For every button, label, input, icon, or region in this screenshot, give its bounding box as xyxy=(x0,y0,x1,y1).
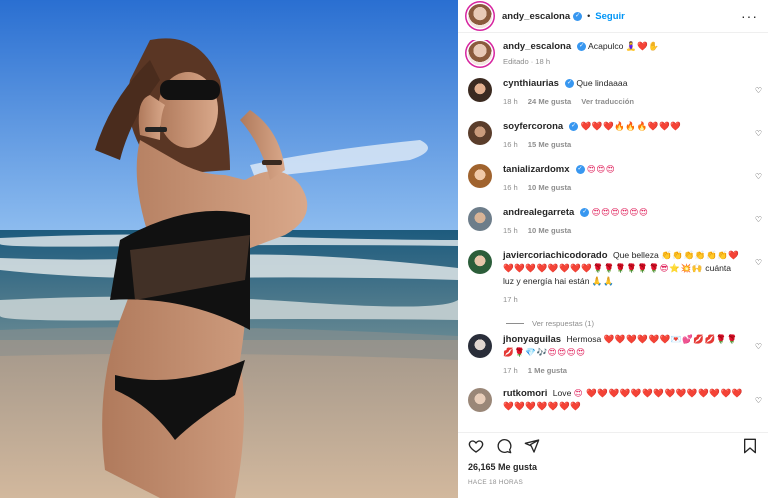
replies-line xyxy=(506,322,524,324)
verified-badge-icon: ✓ xyxy=(575,165,585,175)
action-bar xyxy=(458,432,768,458)
verified-badge-icon: ✓ xyxy=(580,208,590,218)
share-icon[interactable] xyxy=(524,438,540,454)
comments-list[interactable]: andy_escalona ✓ Acapulco 🧘‍♀️❤️✋ Editado ·… xyxy=(458,40,768,424)
edited-label: Editado xyxy=(503,57,529,66)
comment-time: 16 h xyxy=(503,140,518,149)
caption-dot: · xyxy=(530,57,534,66)
view-replies-label[interactable]: Ver respuestas (1) xyxy=(532,319,594,328)
comment-emoji-end: 🙏🙏 xyxy=(591,276,615,286)
see-translation-link[interactable]: Ver traducción xyxy=(581,97,634,106)
comment-avatar[interactable] xyxy=(468,78,492,102)
comment-like-heart-icon[interactable]: ♡ xyxy=(755,215,762,224)
comment-avatar[interactable] xyxy=(468,334,492,358)
comment-time: 15 h xyxy=(503,226,518,235)
follow-button[interactable]: Seguir xyxy=(595,11,625,22)
comment-likes[interactable]: 10 Me gusta xyxy=(528,183,571,192)
author-username[interactable]: andy_escalona xyxy=(502,11,570,22)
likes-count[interactable]: 26,165 Me gusta xyxy=(468,462,537,472)
comment-likes[interactable]: 24 Me gusta xyxy=(528,97,571,106)
heart-icon[interactable] xyxy=(468,438,484,454)
caption-text: Acapulco xyxy=(588,41,624,51)
comment-avatar[interactable] xyxy=(468,164,492,188)
comment-item: soyfercorona ✓ ❤️❤️❤️🔥🔥🔥❤️❤️❤️ 16 h 15 Me … xyxy=(458,120,768,163)
verified-badge-icon: ✓ xyxy=(577,42,587,52)
sunglasses xyxy=(160,80,220,100)
comment-time: 17 h xyxy=(503,366,518,375)
comment-like-heart-icon[interactable]: ♡ xyxy=(755,86,762,95)
comment-avatar[interactable] xyxy=(468,250,492,274)
comment-emoji: 😍😍😍😍😍😍 xyxy=(591,207,649,217)
post-header: andy_escalona ✓ • Seguir ··· xyxy=(458,0,768,33)
comment-likes[interactable]: 10 Me gusta xyxy=(528,226,571,235)
author-avatar[interactable] xyxy=(468,4,492,28)
caption-emoji: 🧘‍♀️❤️✋ xyxy=(625,41,660,51)
comment-username[interactable]: andrealegarreta xyxy=(503,207,574,218)
comment-likes[interactable]: 15 Me gusta xyxy=(528,140,571,149)
caption-avatar[interactable] xyxy=(468,41,492,65)
comment-text: Love xyxy=(552,388,572,398)
comment-icon[interactable] xyxy=(496,438,512,454)
comment-item: jhonyaguilas Hermosa ❤️❤️❤️❤️❤️❤️💌💕💋💋🌹🌹💋… xyxy=(458,333,768,387)
comment-text: Que lindaaaa xyxy=(576,78,628,88)
comment-item: tanializardomx ✓ 😍😍😍 16 h 10 Me gusta ♡ xyxy=(458,163,768,206)
comment-username[interactable]: javiercoriachicodorado xyxy=(503,250,608,261)
comment-likes[interactable]: 1 Me gusta xyxy=(528,366,567,375)
caption: andy_escalona ✓ Acapulco 🧘‍♀️❤️✋ Editado ·… xyxy=(458,40,768,68)
bookmark-icon[interactable] xyxy=(742,438,758,454)
verified-badge-icon: ✓ xyxy=(573,11,583,21)
comment-emoji: 😍😍😍 xyxy=(586,164,616,174)
comment-item: rutkomori Love 😍 ❤️❤️❤️❤️❤️❤️❤️❤️❤️❤️❤️❤… xyxy=(458,387,768,424)
comment-username[interactable]: rutkomori xyxy=(503,388,547,399)
more-horizontal-icon[interactable]: ··· xyxy=(741,8,758,24)
comment-item: javiercoriachicodorado Que belleza 👏👏👏👏👏… xyxy=(458,249,768,313)
comment-like-heart-icon[interactable]: ♡ xyxy=(755,342,762,351)
comment-time: 18 h xyxy=(503,97,518,106)
comment-avatar[interactable] xyxy=(468,121,492,145)
comment-like-heart-icon[interactable]: ♡ xyxy=(755,172,762,181)
comment-like-heart-icon[interactable]: ♡ xyxy=(755,396,762,405)
comment-username[interactable]: tanializardomx xyxy=(503,164,570,175)
comment-like-heart-icon[interactable]: ♡ xyxy=(755,129,762,138)
header-separator: • xyxy=(587,11,591,21)
comment-time: 16 h xyxy=(503,183,518,192)
comment-item: cynthiaurias ✓ Que lindaaaa 18 h 24 Me gus… xyxy=(458,77,768,120)
view-replies-button[interactable]: Ver respuestas (1) xyxy=(458,313,768,333)
comment-time: 17 h xyxy=(503,295,518,304)
comment-username[interactable]: cynthiaurias xyxy=(503,78,559,89)
comment-username[interactable]: soyfercorona xyxy=(503,121,563,132)
comment-avatar[interactable] xyxy=(468,388,492,412)
caption-username[interactable]: andy_escalona xyxy=(503,41,571,52)
verified-badge-icon: ✓ xyxy=(569,122,579,132)
comment-emoji: ❤️❤️❤️🔥🔥🔥❤️❤️❤️ xyxy=(580,121,682,131)
comment-avatar[interactable] xyxy=(468,207,492,231)
comment-item: andrealegarreta ✓ 😍😍😍😍😍😍 15 h 10 Me gusta … xyxy=(458,206,768,249)
verified-badge-icon: ✓ xyxy=(564,79,574,89)
comment-like-heart-icon[interactable]: ♡ xyxy=(755,258,762,267)
post-photo[interactable] xyxy=(0,0,458,498)
comment-username[interactable]: jhonyaguilas xyxy=(503,334,561,345)
comment-text: Que belleza xyxy=(612,250,659,260)
caption-time: 18 h xyxy=(535,57,551,66)
post-sidebar: andy_escalona ✓ • Seguir ··· andy_escalo… xyxy=(458,0,768,498)
comment-text: Hermosa xyxy=(566,334,602,344)
posted-time: HACE 18 HORAS xyxy=(468,479,524,486)
